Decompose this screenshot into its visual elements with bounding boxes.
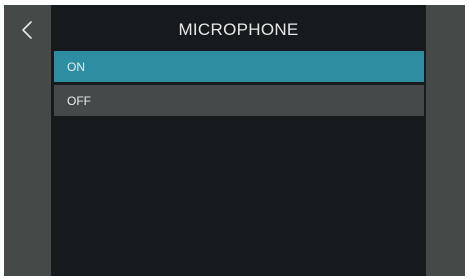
option-on-label: ON <box>67 59 85 74</box>
left-side-panel <box>4 5 51 276</box>
microphone-settings-screen: MICROPHONE ON OFF <box>4 5 465 276</box>
page-title: MICROPHONE <box>178 20 299 39</box>
option-list: ON OFF <box>54 51 424 119</box>
option-off-label: OFF <box>67 93 91 108</box>
option-off[interactable]: OFF <box>54 85 424 116</box>
right-side-panel <box>426 5 465 276</box>
option-on[interactable]: ON <box>54 51 424 82</box>
chevron-left-icon <box>22 21 32 39</box>
back-button[interactable] <box>14 17 40 43</box>
